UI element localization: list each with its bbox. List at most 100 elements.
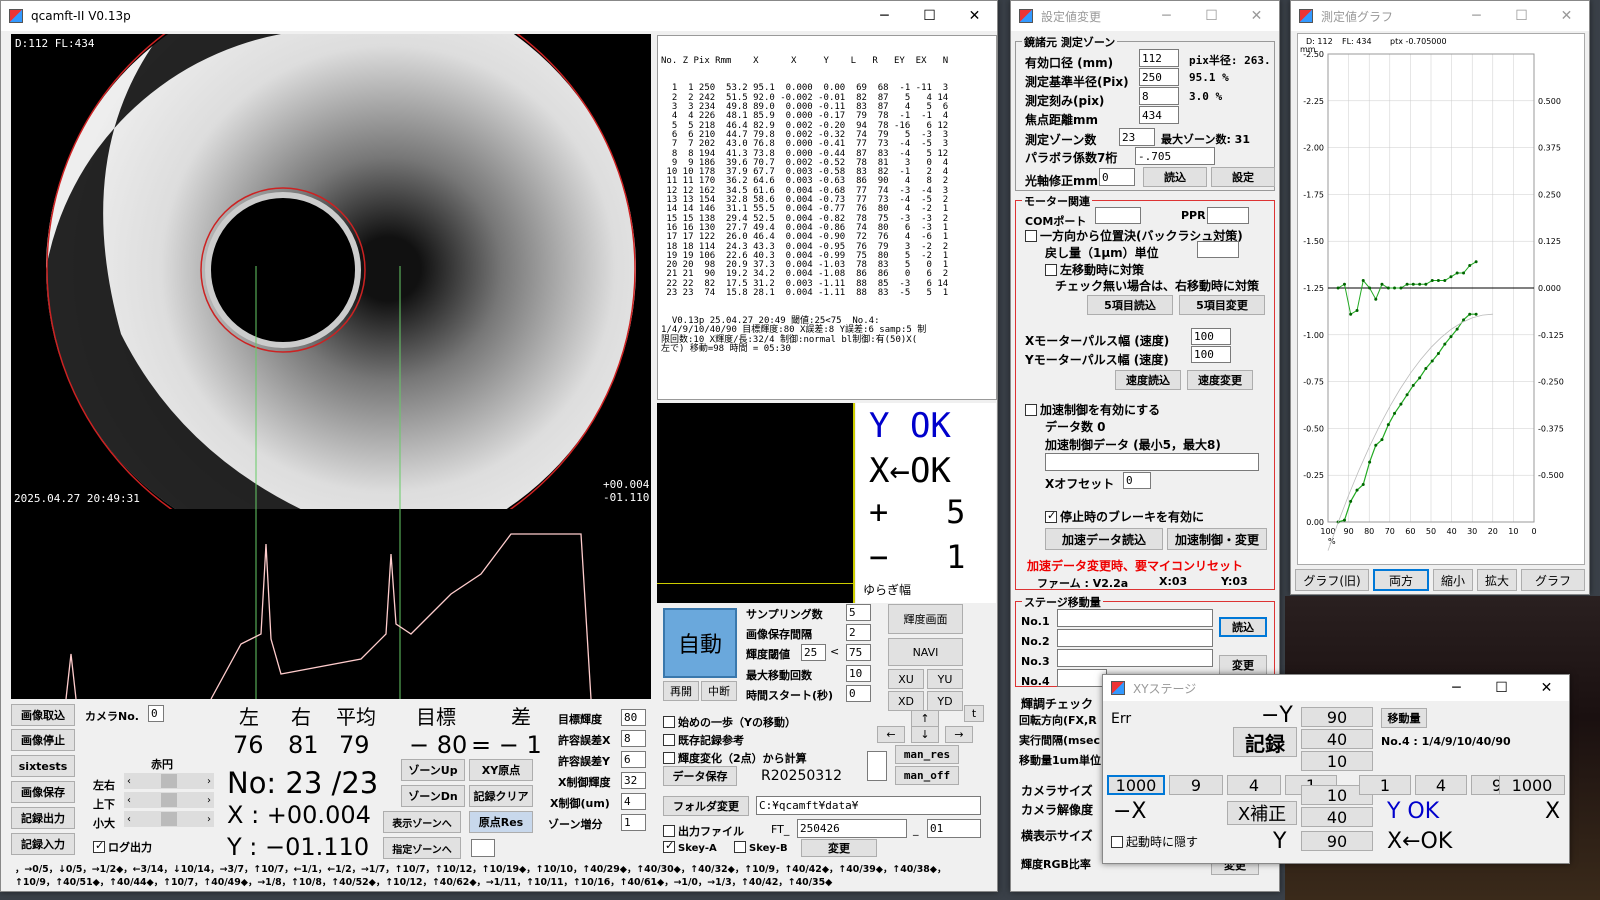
brake-checkbox[interactable]: 停止時のブレーキを有効に — [1045, 508, 1204, 525]
main-titlebar[interactable]: qcamft-II V0.13p ─ ☐ ✕ — [1, 1, 997, 31]
max-move-input[interactable]: 10 — [846, 665, 871, 682]
threshold-high-input[interactable]: 75 — [846, 644, 871, 661]
minus-y-40-button[interactable]: 40 — [1301, 729, 1373, 749]
xd-button[interactable]: XD — [888, 691, 924, 711]
graph-button[interactable]: グラフ — [1521, 569, 1585, 591]
read-5-button[interactable]: 5項目読込 — [1087, 295, 1173, 315]
record-output-button[interactable]: 記録出力 — [11, 807, 75, 829]
shrink-button[interactable]: 縮小 — [1433, 569, 1473, 591]
man-res-button[interactable]: man_res — [895, 745, 959, 764]
size-scrollbar[interactable]: ‹ › — [124, 811, 214, 827]
stop-image-button[interactable]: 画像停止 — [11, 729, 75, 751]
hide-on-start-checkbox[interactable]: 起動時に隠す — [1111, 833, 1198, 850]
record-input-button[interactable]: 記録入力 — [11, 833, 75, 855]
plus-y-90-button[interactable]: 90 — [1301, 831, 1373, 851]
image-interval-input[interactable]: 2 — [846, 624, 871, 641]
up-arrow-button[interactable]: ↑ — [911, 710, 939, 727]
x-pulse-width-input[interactable]: 100 — [1191, 328, 1231, 345]
zone-down-button[interactable]: ゾーンDn — [401, 785, 465, 807]
axis-correction-input[interactable]: 0 — [1099, 168, 1135, 186]
maximize-icon[interactable]: ☐ — [907, 8, 952, 24]
accel-change-button[interactable]: 加速制御・変更 — [1167, 528, 1267, 550]
navi-button[interactable]: NAVI — [888, 638, 963, 666]
close-icon[interactable]: ✕ — [1524, 680, 1569, 696]
stage-read-button[interactable]: 読込 — [1219, 617, 1267, 637]
pause-button[interactable]: 中断 — [701, 681, 737, 701]
minus-y-10-button[interactable]: 10 — [1301, 751, 1373, 771]
left-1000-button[interactable]: 1000 — [1107, 775, 1165, 795]
base-radius-input[interactable]: 250 — [1139, 68, 1179, 86]
left-move-checkbox[interactable]: 左移動時に対策 — [1045, 261, 1144, 278]
graph-canvas[interactable]: D: 112 FL: 434 ptx -0.705000 mm -2.50 -2.25 -2… — [1297, 33, 1585, 565]
x-control-brightness-input[interactable]: 32 — [621, 772, 646, 789]
xy-origin-button[interactable]: XY原点 — [469, 759, 533, 781]
minus-y-90-button[interactable]: 90 — [1301, 707, 1373, 727]
speed-change-button[interactable]: 速度変更 — [1187, 370, 1253, 390]
log-output-checkbox[interactable]: ログ出力 — [93, 839, 152, 855]
minimize-icon[interactable]: ─ — [1144, 8, 1189, 24]
down-arrow-button[interactable]: ↓ — [911, 726, 939, 743]
origin-reset-button[interactable]: 原点Res — [469, 811, 533, 833]
return-amount-input[interactable] — [1197, 241, 1239, 258]
no4-input[interactable] — [1057, 669, 1107, 687]
parabola-input[interactable]: -.705 — [1135, 147, 1215, 165]
accel-data-input[interactable] — [1045, 453, 1259, 471]
maximize-icon[interactable]: ☐ — [1479, 680, 1524, 696]
settings-titlebar[interactable]: 設定値変更 ─ ☐ ✕ — [1011, 1, 1279, 31]
focal-length-input[interactable]: 434 — [1139, 106, 1179, 124]
maximize-icon[interactable]: ☐ — [1189, 8, 1234, 24]
threshold-low-input[interactable]: 25 — [801, 644, 826, 661]
left-4-button[interactable]: 4 — [1227, 775, 1281, 795]
show-zone-button[interactable]: 表示ゾーンへ — [383, 811, 461, 833]
auto-button[interactable]: 自動 — [663, 608, 737, 678]
close-icon[interactable]: ✕ — [1544, 8, 1589, 24]
existing-record-checkbox[interactable]: 既存記録参考 — [663, 732, 744, 748]
tolerance-y-input[interactable]: 6 — [621, 751, 646, 768]
folder-input[interactable]: C:¥qcamft¥data¥ — [756, 796, 981, 815]
read-button[interactable]: 読込 — [1143, 167, 1207, 187]
minimize-icon[interactable]: ─ — [862, 8, 907, 24]
skey-a-checkbox[interactable]: Skey-A — [663, 839, 717, 854]
record-button[interactable]: 記録 — [1233, 727, 1297, 757]
right-4-button[interactable]: 4 — [1415, 775, 1467, 795]
x-correction-button[interactable]: X補正 — [1227, 801, 1297, 825]
zones-input[interactable]: 23 — [1119, 128, 1155, 146]
restart-button[interactable]: 再開 — [663, 681, 699, 701]
left-9-button[interactable]: 9 — [1169, 775, 1223, 795]
close-icon[interactable]: ✕ — [1234, 8, 1279, 24]
step-input[interactable]: 8 — [1139, 87, 1179, 105]
zone-increment-input[interactable]: 1 — [621, 814, 646, 831]
x-control-um-input[interactable]: 4 — [621, 793, 646, 810]
record-clear-button[interactable]: 記録クリア — [469, 785, 533, 807]
ud-scrollbar[interactable]: ‹ › — [124, 792, 214, 808]
skey-b-checkbox[interactable]: Skey-B — [734, 841, 788, 854]
ft-input[interactable]: 250426 — [797, 819, 907, 838]
speed-read-button[interactable]: 速度読込 — [1115, 370, 1181, 390]
brightness-change-checkbox[interactable]: 輝度変化（2点）から計算 — [663, 750, 807, 766]
specified-zone-input[interactable] — [471, 839, 495, 857]
tolerance-x-input[interactable]: 8 — [621, 730, 646, 747]
man-off-button[interactable]: man_off — [895, 766, 959, 785]
ppr-input[interactable] — [1207, 207, 1249, 224]
zone-up-button[interactable]: ゾーンUp — [401, 759, 465, 781]
enlarge-button[interactable]: 拡大 — [1477, 569, 1517, 591]
right-1-button[interactable]: 1 — [1359, 775, 1411, 795]
change-button[interactable]: 変更 — [801, 839, 877, 857]
com-port-input[interactable] — [1095, 207, 1141, 224]
stage-change-button[interactable]: 変更 — [1219, 655, 1267, 675]
data-save-button[interactable]: データ保存 — [663, 766, 737, 786]
save-image-button[interactable]: 画像保存 — [11, 781, 75, 803]
small-input[interactable] — [867, 751, 887, 781]
graph-titlebar[interactable]: 測定値グラフ ─ ☐ ✕ — [1291, 1, 1589, 31]
sampling-input[interactable]: 5 — [846, 604, 871, 621]
sixtests-button[interactable]: sixtests — [11, 755, 75, 777]
effective-diameter-input[interactable]: 112 — [1139, 49, 1179, 67]
minimize-icon[interactable]: ─ — [1454, 8, 1499, 24]
accel-checkbox[interactable]: 加速制御を有効にする — [1025, 401, 1160, 418]
no2-input[interactable] — [1057, 629, 1213, 647]
camera-view[interactable]: D:112 FL:434 2025.04.27 20:49:31 +00.004… — [11, 34, 651, 699]
yu-button[interactable]: YU — [927, 669, 963, 689]
specified-zone-button[interactable]: 指定ゾーンへ — [383, 837, 461, 859]
move-amount-button[interactable]: 移動量 — [1381, 708, 1427, 728]
y-pulse-width-input[interactable]: 100 — [1191, 346, 1231, 363]
